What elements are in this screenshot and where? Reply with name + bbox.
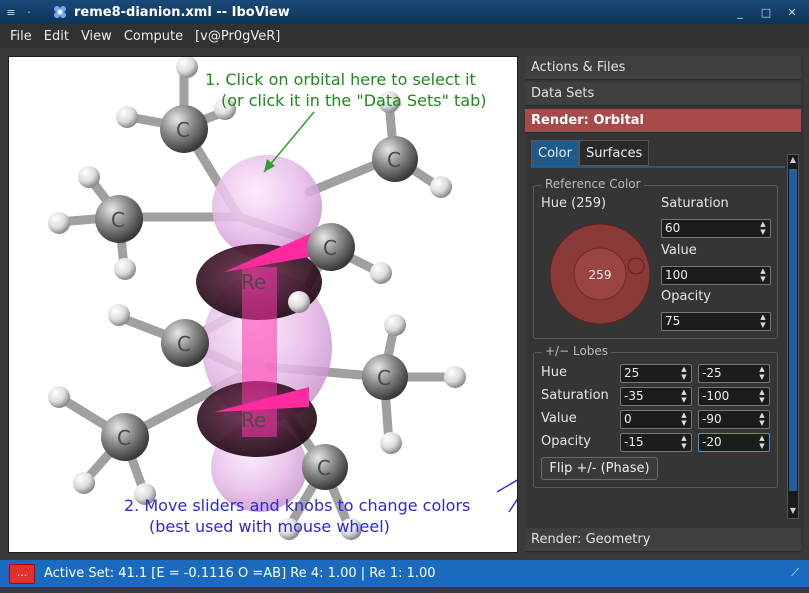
svg-text:C: C	[176, 118, 190, 142]
tab-color[interactable]: Color	[531, 140, 579, 166]
window-title: reme8-dianion.xml -- IboView	[74, 4, 290, 20]
section-data-sets[interactable]: Data Sets	[525, 82, 801, 106]
molecule-render[interactable]: C C C C Re C C C Re C	[9, 57, 518, 553]
svg-text:C: C	[317, 456, 331, 480]
section-render-geometry[interactable]: Render: Geometry	[525, 528, 801, 552]
scroll-up-icon[interactable]: ▲	[788, 155, 798, 167]
tab-surfaces[interactable]: Surfaces	[578, 140, 650, 166]
scroll-down-icon[interactable]: ▼	[788, 506, 798, 518]
svg-text:C: C	[117, 426, 131, 450]
maximize-icon[interactable]: □	[757, 3, 775, 21]
spin-arrows-icon[interactable]: ▲ ▼	[758, 267, 768, 284]
svg-text:Re: Re	[241, 270, 266, 294]
active-set-status: Active Set: 41.1 [E = -0.1116 O =AB] Re …	[44, 566, 436, 581]
hamburger-icon[interactable]: ≡	[2, 3, 20, 21]
close-icon[interactable]: ✕	[783, 3, 801, 21]
svg-text:259: 259	[589, 268, 612, 282]
scroll-thumb[interactable]	[789, 169, 797, 491]
value-spinbox[interactable]: 100 ▲ ▼	[661, 266, 771, 285]
pin-icon[interactable]: ·	[20, 3, 38, 21]
resize-grip-icon[interactable]: ⟋	[791, 566, 799, 580]
lobe-value-label: Value	[541, 411, 577, 426]
spin-arrows-icon[interactable]: ▲ ▼	[758, 313, 768, 330]
svg-text:C: C	[111, 208, 125, 232]
annotation-step-2-line-1: 2. Move sliders and knobs to change colo…	[124, 496, 471, 515]
lobe-saturation-plus-spinbox[interactable]: -35 ▲ ▼	[620, 387, 692, 406]
opacity-spinbox[interactable]: 75 ▲ ▼	[661, 312, 771, 331]
iboview-app-icon	[54, 6, 66, 18]
minimize-icon[interactable]: _	[731, 3, 749, 21]
lobe-hue-plus-spinbox[interactable]: 25 ▲ ▼	[620, 364, 692, 383]
main-window: ≡ · reme8-dianion.xml -- IboView _ □ ✕ F…	[0, 0, 809, 593]
side-panel: Actions & Files Data Sets Render: Orbita…	[525, 56, 804, 553]
lobe-hue-minus-spinbox[interactable]: -25 ▲ ▼	[698, 364, 770, 383]
lobe-saturation-minus-spinbox[interactable]: -100 ▲ ▼	[698, 387, 770, 406]
saturation-spinbox[interactable]: 60 ▲ ▼	[661, 219, 771, 238]
render-tabs: Color Surfaces	[531, 140, 650, 166]
opacity-label: Opacity	[661, 289, 712, 304]
hue-knob[interactable]: 259	[548, 222, 652, 326]
spin-arrows-icon[interactable]: ▲ ▼	[758, 220, 768, 237]
lobe-opacity-minus-spinbox[interactable]: -20 ▲ ▼	[698, 433, 770, 452]
title-bar: ≡ · reme8-dianion.xml -- IboView _ □ ✕	[0, 0, 809, 24]
reference-color-group: Reference Color Hue (259) 259 Saturation…	[533, 177, 778, 339]
menu-bar: File Edit View Compute [v@Pr0gVeR]	[0, 24, 809, 48]
menu-compute[interactable]: Compute	[118, 29, 189, 44]
menu-view[interactable]: View	[75, 29, 118, 44]
annotation-step-2-line-2: (best used with mouse wheel)	[149, 517, 390, 536]
svg-text:Re: Re	[241, 408, 266, 432]
value-label: Value	[661, 243, 697, 258]
lobe-saturation-label: Saturation	[541, 388, 609, 403]
panel-scrollbar[interactable]: ▲ ▼	[787, 154, 799, 519]
annotation-step-1-line-2: (or click it in the "Data Sets" tab)	[221, 91, 487, 110]
svg-text:C: C	[377, 366, 391, 390]
reference-color-title: Reference Color	[542, 177, 644, 191]
molecule-viewport[interactable]: C C C C Re C C C Re C 1. Click on orbita…	[8, 56, 518, 553]
flip-phase-button[interactable]: Flip +/- (Phase)	[541, 457, 658, 480]
hue-label: Hue (259)	[541, 196, 607, 211]
lobe-hue-label: Hue	[541, 365, 568, 380]
status-menu-button[interactable]: ...	[9, 563, 35, 584]
status-bar: ... Active Set: 41.1 [E = -0.1116 O =AB]…	[0, 560, 809, 587]
svg-text:C: C	[177, 332, 191, 356]
lobes-group: +/− Lobes Hue 25 ▲ ▼ -25 ▲ ▼ Saturation -35 ▲…	[533, 344, 778, 488]
lobes-title: +/− Lobes	[542, 344, 612, 358]
menu-edit[interactable]: Edit	[38, 29, 75, 44]
lobe-value-plus-spinbox[interactable]: 0 ▲ ▼	[620, 410, 692, 429]
svg-text:C: C	[387, 148, 401, 172]
lobe-value-minus-spinbox[interactable]: -90 ▲ ▼	[698, 410, 770, 429]
tab-underline	[531, 166, 785, 168]
lobe-opacity-label: Opacity	[541, 434, 592, 449]
section-actions-files[interactable]: Actions & Files	[525, 56, 801, 80]
section-render-orbital[interactable]: Render: Orbital	[525, 109, 801, 133]
annotation-step-1-line-1: 1. Click on orbital here to select it	[205, 70, 476, 89]
menu-file[interactable]: File	[4, 29, 38, 44]
saturation-label: Saturation	[661, 196, 729, 211]
menu-user[interactable]: [v@Pr0gVeR]	[189, 29, 286, 44]
lobe-opacity-plus-spinbox[interactable]: -15 ▲ ▼	[620, 433, 692, 452]
svg-text:C: C	[323, 236, 337, 260]
